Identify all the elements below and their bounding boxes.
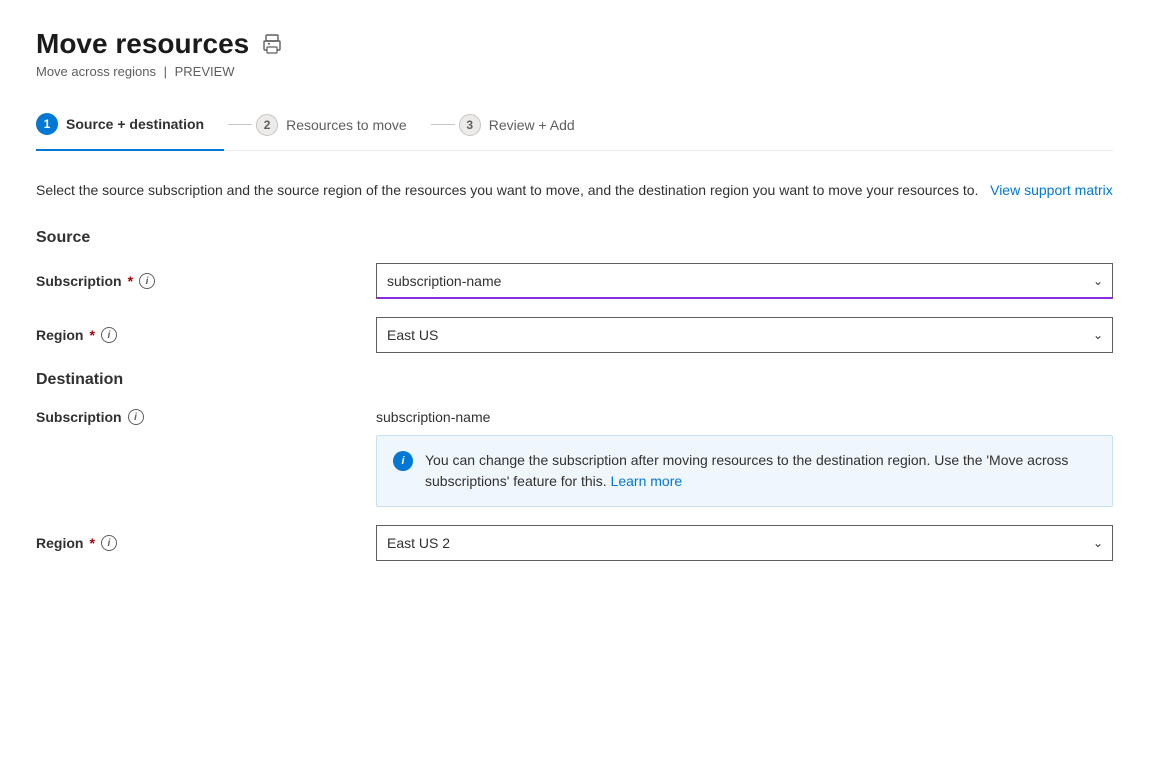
dest-region-label: Region * i <box>36 535 376 551</box>
source-region-info-icon[interactable]: i <box>101 327 117 343</box>
step-3-label: Review + Add <box>489 117 575 133</box>
destination-section-title: Destination <box>36 371 1113 389</box>
source-sub-label-text: Subscription <box>36 273 122 289</box>
source-region-row: Region * i East US East US 2 West US Wes… <box>36 317 1113 353</box>
source-subscription-select-wrapper: subscription-name ⌄ <box>376 263 1113 299</box>
subtitle-separator: | <box>164 64 167 79</box>
step-divider-2 <box>431 124 455 125</box>
learn-more-link[interactable]: Learn more <box>611 473 683 489</box>
preview-badge: PREVIEW <box>175 64 235 79</box>
source-subscription-control: subscription-name ⌄ <box>376 263 1113 299</box>
source-subscription-label: Subscription * i <box>36 273 376 289</box>
step-2[interactable]: 2 Resources to move <box>256 104 427 150</box>
source-subscription-row: Subscription * i subscription-name ⌄ <box>36 263 1113 299</box>
page-subtitle: Move across regions | PREVIEW <box>36 64 1113 79</box>
support-matrix-link[interactable]: View support matrix <box>990 182 1113 198</box>
page-container: Move resources Move across regions | PRE… <box>0 0 1149 761</box>
step-3-number: 3 <box>459 114 481 136</box>
source-region-control: East US East US 2 West US West US 2 Cent… <box>376 317 1113 353</box>
dest-subscription-value: subscription-name <box>376 409 490 425</box>
dest-sub-label-text: Subscription <box>36 409 122 425</box>
dest-region-control: East US East US 2 West US West US 2 Cent… <box>376 525 1113 561</box>
source-sub-info-icon[interactable]: i <box>139 273 155 289</box>
dest-subscription-control: subscription-name i You can change the s… <box>376 405 1113 507</box>
dest-region-select[interactable]: East US East US 2 West US West US 2 Cent… <box>376 525 1113 561</box>
step-1[interactable]: 1 Source + destination <box>36 103 224 151</box>
source-subscription-select[interactable]: subscription-name <box>376 263 1113 299</box>
dest-region-select-wrapper: East US East US 2 West US West US 2 Cent… <box>376 525 1113 561</box>
source-region-label-text: Region <box>36 327 83 343</box>
page-title: Move resources <box>36 28 249 60</box>
info-box-icon: i <box>393 451 413 471</box>
title-row: Move resources <box>36 28 1113 60</box>
step-2-number: 2 <box>256 114 278 136</box>
description-text: Select the source subscription and the s… <box>36 179 1113 201</box>
page-header: Move resources Move across regions | PRE… <box>36 28 1113 79</box>
step-3[interactable]: 3 Review + Add <box>459 104 595 150</box>
dest-sub-info-icon[interactable]: i <box>128 409 144 425</box>
subtitle-text: Move across regions <box>36 64 156 79</box>
step-2-label: Resources to move <box>286 117 407 133</box>
step-1-label: Source + destination <box>66 116 204 132</box>
dest-subscription-info-box: i You can change the subscription after … <box>376 435 1113 507</box>
destination-section: Destination Subscription i subscription-… <box>36 371 1113 561</box>
print-icon[interactable] <box>261 33 283 55</box>
info-box-text-before: You can change the subscription after mo… <box>425 452 1068 489</box>
step-divider-1 <box>228 124 252 125</box>
info-box-text: You can change the subscription after mo… <box>425 450 1096 492</box>
description-before: Select the source subscription and the s… <box>36 182 978 198</box>
wizard-steps: 1 Source + destination 2 Resources to mo… <box>36 103 1113 151</box>
dest-region-label-text: Region <box>36 535 83 551</box>
step-1-number: 1 <box>36 113 58 135</box>
source-region-label: Region * i <box>36 327 376 343</box>
source-section-title: Source <box>36 229 1113 247</box>
dest-region-row: Region * i East US East US 2 West US Wes… <box>36 525 1113 561</box>
dest-region-required: * <box>89 535 94 551</box>
source-region-select[interactable]: East US East US 2 West US West US 2 Cent… <box>376 317 1113 353</box>
source-sub-required: * <box>128 273 133 289</box>
source-region-required: * <box>89 327 94 343</box>
source-section: Source Subscription * i subscription-nam… <box>36 229 1113 353</box>
dest-subscription-label: Subscription i <box>36 405 376 425</box>
dest-subscription-row: Subscription i subscription-name i You c… <box>36 405 1113 507</box>
source-region-select-wrapper: East US East US 2 West US West US 2 Cent… <box>376 317 1113 353</box>
dest-region-info-icon[interactable]: i <box>101 535 117 551</box>
